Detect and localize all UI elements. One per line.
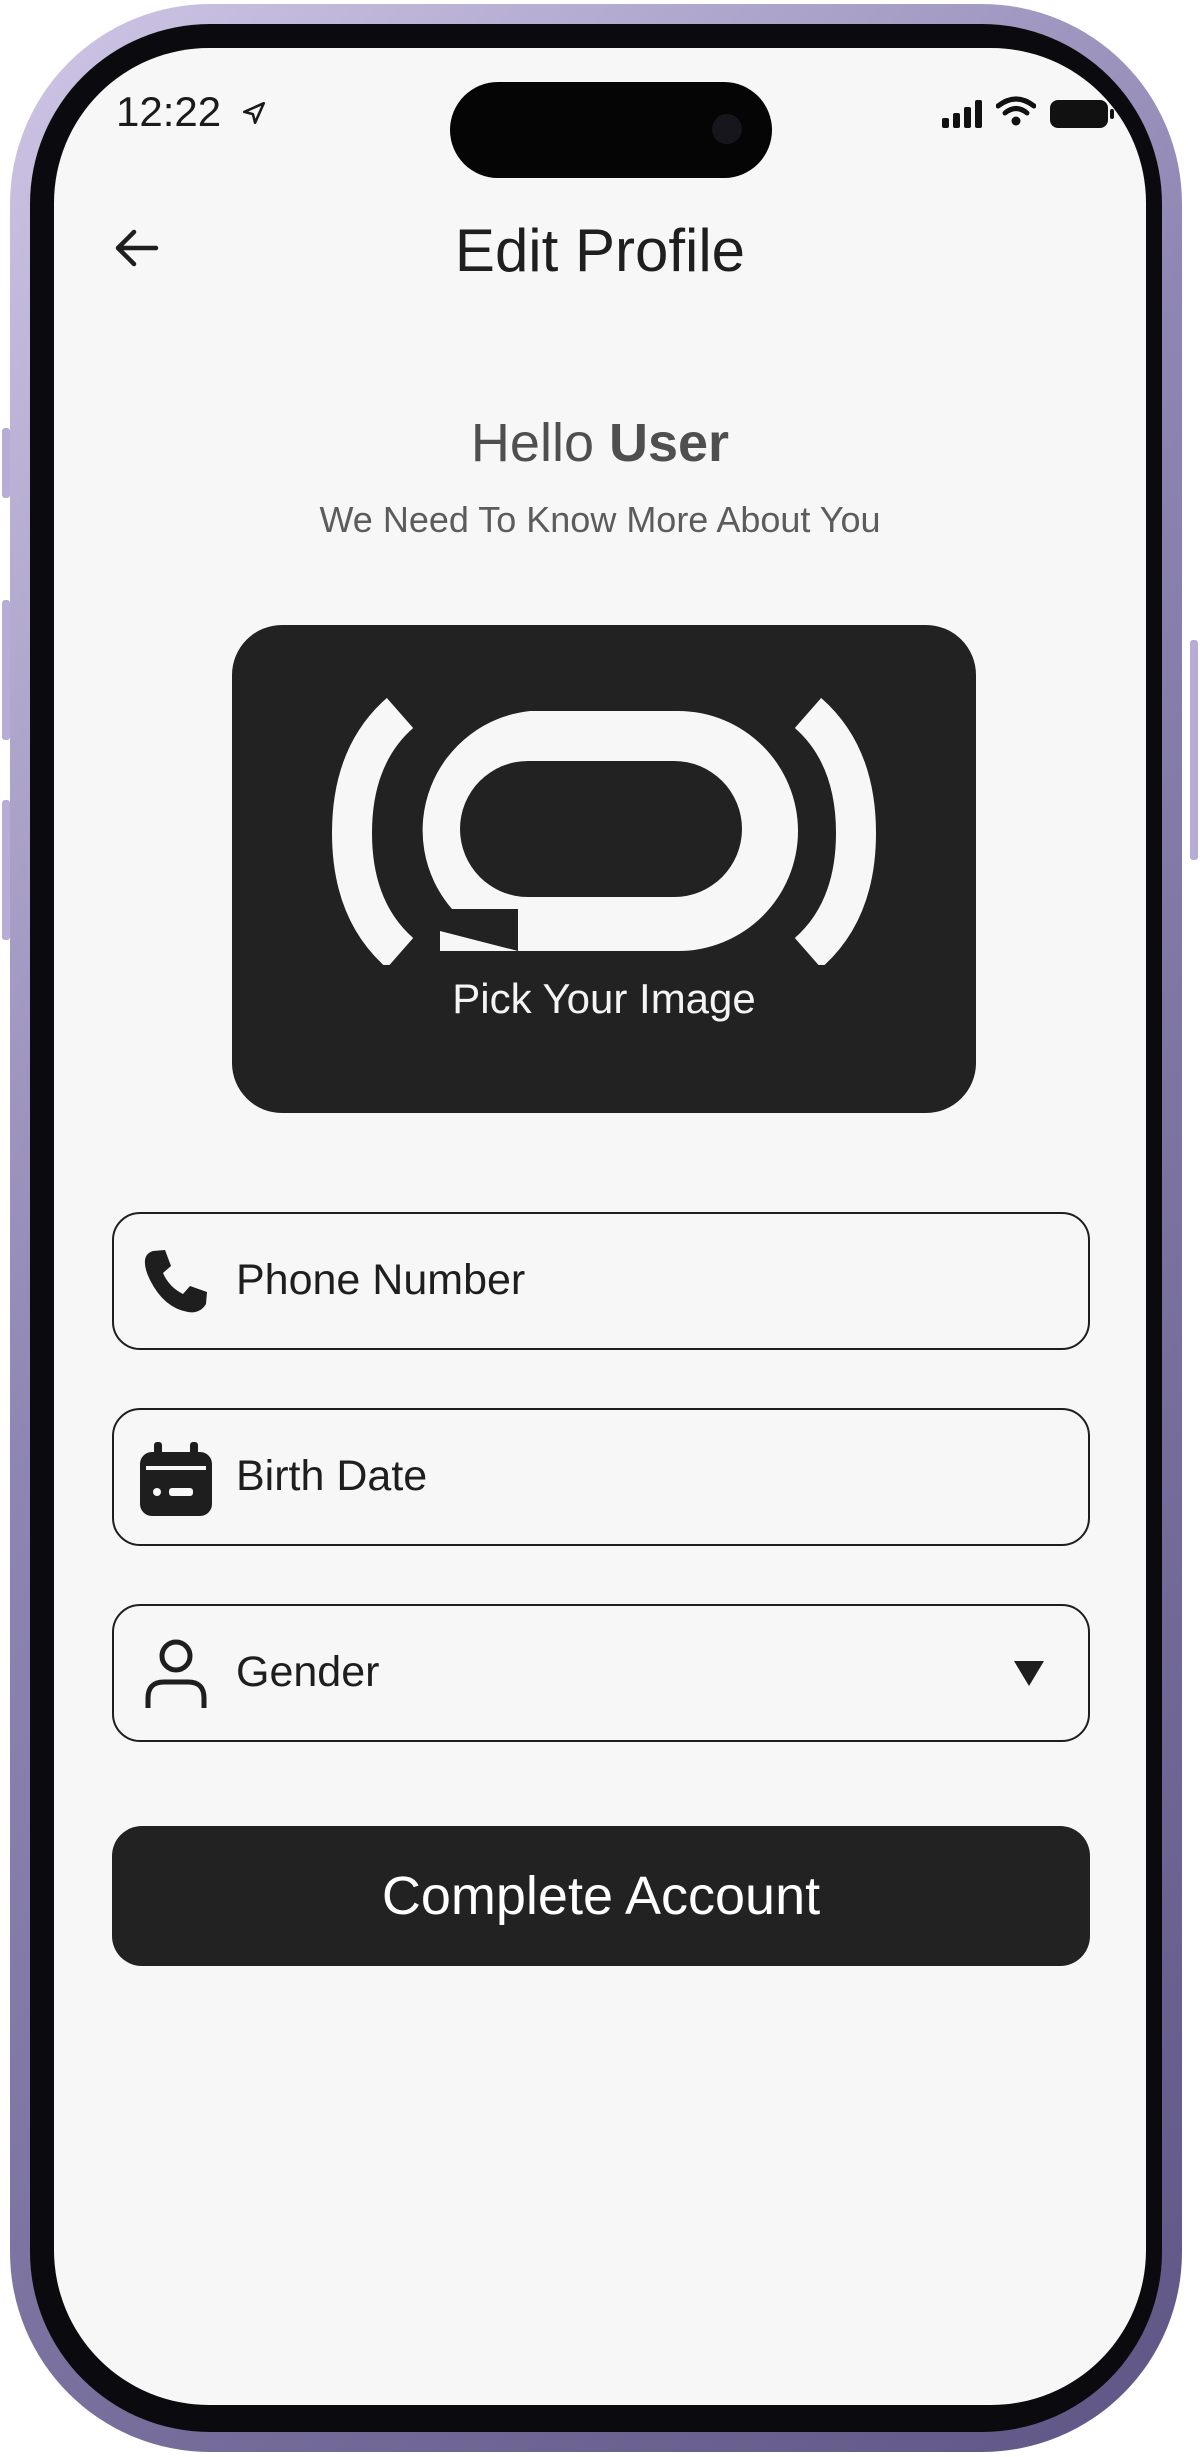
power-button — [1190, 640, 1198, 860]
status-time: 12:22 — [116, 88, 267, 136]
page-title: Edit Profile — [454, 217, 746, 284]
greeting-heading: Hello User — [54, 412, 1146, 474]
status-indicators — [942, 96, 1114, 131]
greeting-hello: Hello — [470, 413, 594, 473]
gender-dropdown[interactable]: Gender — [112, 1604, 1090, 1742]
greeting-username: User — [609, 413, 730, 473]
dynamic-island — [450, 82, 772, 178]
location-arrow-icon — [241, 97, 267, 133]
gender-placeholder: Gender — [236, 1648, 380, 1696]
app-screen: 12:22 Edit Profile Hello User We Need To — [54, 48, 1146, 2405]
phone-number-placeholder: Phone Number — [236, 1256, 526, 1304]
dropdown-triangle-icon[interactable] — [1012, 1658, 1046, 1688]
volume-up-button — [2, 600, 10, 740]
camera-shutter-icon — [331, 697, 877, 965]
birth-date-field[interactable]: Birth Date — [112, 1408, 1090, 1546]
wifi-icon — [995, 96, 1037, 131]
person-icon — [145, 1639, 207, 1708]
action-button — [2, 428, 10, 498]
birth-date-placeholder: Birth Date — [236, 1452, 428, 1500]
battery-icon — [1050, 99, 1114, 128]
volume-down-button — [2, 800, 10, 940]
phone-icon — [144, 1250, 207, 1313]
complete-account-button[interactable]: Complete Account — [112, 1826, 1090, 1966]
greeting-subtitle: We Need To Know More About You — [319, 499, 881, 540]
pick-image-button[interactable]: Pick Your Image — [232, 625, 976, 1113]
phone-number-field[interactable]: Phone Number — [112, 1212, 1090, 1350]
status-time-text: 12:22 — [116, 88, 222, 135]
cellular-signal-icon — [942, 99, 982, 128]
calendar-icon — [140, 1442, 212, 1516]
pick-image-label: Pick Your Image — [452, 975, 756, 1022]
